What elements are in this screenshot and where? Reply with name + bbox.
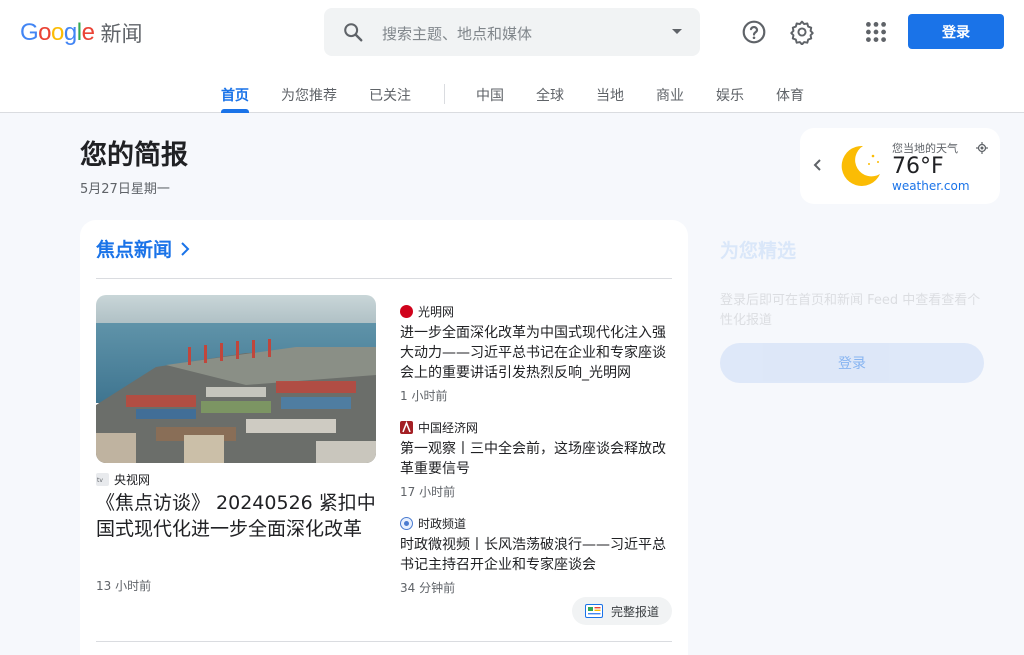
location-icon[interactable] — [976, 142, 988, 154]
tab-sports[interactable]: 体育 — [776, 85, 804, 105]
story-title[interactable]: 进一步全面深化改革为中国式现代化注入强大动力——习近平总书记在企业和专家座谈会上… — [400, 323, 670, 383]
full-coverage-icon — [585, 604, 603, 618]
story-source-name: 时政频道 — [418, 517, 467, 531]
full-coverage-label: 完整报道 — [611, 604, 660, 619]
search-box[interactable]: 搜索主题、地点和媒体 — [324, 8, 700, 56]
divider — [96, 278, 672, 279]
tab-world[interactable]: 全球 — [536, 85, 564, 105]
search-input[interactable]: 搜索主题、地点和媒体 — [382, 23, 532, 44]
weather-widget[interactable]: 您当地的天气 76°F weather.com — [800, 128, 1000, 204]
story-time: 17 小时前 — [400, 485, 456, 499]
sign-in-button[interactable]: 登录 — [908, 14, 1004, 49]
help-icon[interactable] — [741, 19, 767, 45]
hero-source-name: 央视网 — [114, 473, 151, 487]
story-source-name: 光明网 — [418, 305, 455, 319]
tab-divider — [444, 84, 445, 104]
tab-china[interactable]: 中国 — [476, 85, 504, 105]
picks-sign-in-button[interactable]: 登录 — [720, 343, 984, 383]
hero-story-image[interactable] — [96, 295, 376, 463]
settings-icon[interactable] — [789, 19, 815, 45]
shizheng-logo-icon — [400, 517, 413, 530]
story-source[interactable]: 时政频道 — [400, 515, 466, 532]
svg-text:tv: tv — [97, 477, 103, 484]
full-coverage-button[interactable]: 完整报道 — [572, 597, 672, 625]
search-dropdown-icon[interactable] — [672, 29, 682, 34]
story-title[interactable]: 时政微视频丨长风浩荡破浪行——习近平总书记主持召开企业和专家座谈会 — [400, 535, 670, 575]
tab-business[interactable]: 商业 — [656, 85, 684, 105]
guangming-logo-icon — [400, 305, 413, 318]
picks-for-you-text: 登录后即可在首页和新闻 Feed 中查看查看个性化报道 — [720, 293, 981, 328]
ce-logo-icon — [400, 421, 413, 434]
story-time: 34 分钟前 — [400, 581, 456, 595]
tab-home[interactable]: 首页 — [221, 85, 249, 105]
search-icon[interactable] — [342, 21, 364, 43]
google-news-logo[interactable]: Google 新闻 — [20, 18, 142, 48]
hero-source[interactable]: tv 央视网 — [96, 471, 150, 488]
weather-source-link[interactable]: weather.com — [892, 179, 970, 193]
tab-entertainment[interactable]: 娱乐 — [716, 85, 744, 105]
briefing-title: 您的简报 — [80, 140, 188, 171]
story-source[interactable]: 中国经济网 — [400, 419, 478, 436]
top-bar: Google 新闻 搜索主题、地点和媒体 登录 首页 为您推荐 已关注 中国 全… — [0, 0, 1024, 113]
picks-for-you-title: 为您精选 — [720, 240, 797, 262]
divider — [96, 641, 672, 642]
news-wordmark: 新闻 — [100, 22, 143, 46]
chevron-left-icon[interactable] — [812, 157, 824, 173]
story-time: 1 小时前 — [400, 389, 448, 403]
section-tabs: 首页 为您推荐 已关注 中国 全球 当地 商业 娱乐 体育 — [0, 80, 1024, 113]
weather-temperature: 76°F — [892, 154, 944, 179]
story-source[interactable]: 光明网 — [400, 303, 454, 320]
story-source-name: 中国经济网 — [418, 421, 479, 435]
apps-icon[interactable] — [863, 19, 889, 45]
cctv-logo-icon: tv — [96, 473, 109, 486]
hero-story-title[interactable]: 《焦点访谈》 20240526 紧扣中国式现代化进一步全面深化改革 — [96, 490, 380, 542]
tab-following[interactable]: 已关注 — [369, 85, 411, 105]
top-stories-label: 焦点新闻 — [96, 239, 173, 261]
tab-for-you[interactable]: 为您推荐 — [281, 85, 337, 105]
top-stories-heading[interactable]: 焦点新闻 — [96, 235, 190, 262]
briefing-date: 5月27日星期一 — [80, 182, 170, 197]
hero-story-time: 13 小时前 — [96, 579, 152, 593]
active-tab-indicator — [221, 109, 249, 113]
chevron-right-icon — [181, 241, 190, 256]
moon-icon — [841, 145, 880, 186]
story-title[interactable]: 第一观察丨三中全会前，这场座谈会释放改革重要信号 — [400, 439, 670, 479]
tab-local[interactable]: 当地 — [596, 85, 624, 105]
top-stories-card: 焦点新闻 tv 央视网 《焦点访谈》 20240526 紧扣中国式现代化进一步全… — [80, 220, 688, 655]
google-wordmark: Google — [20, 19, 95, 46]
